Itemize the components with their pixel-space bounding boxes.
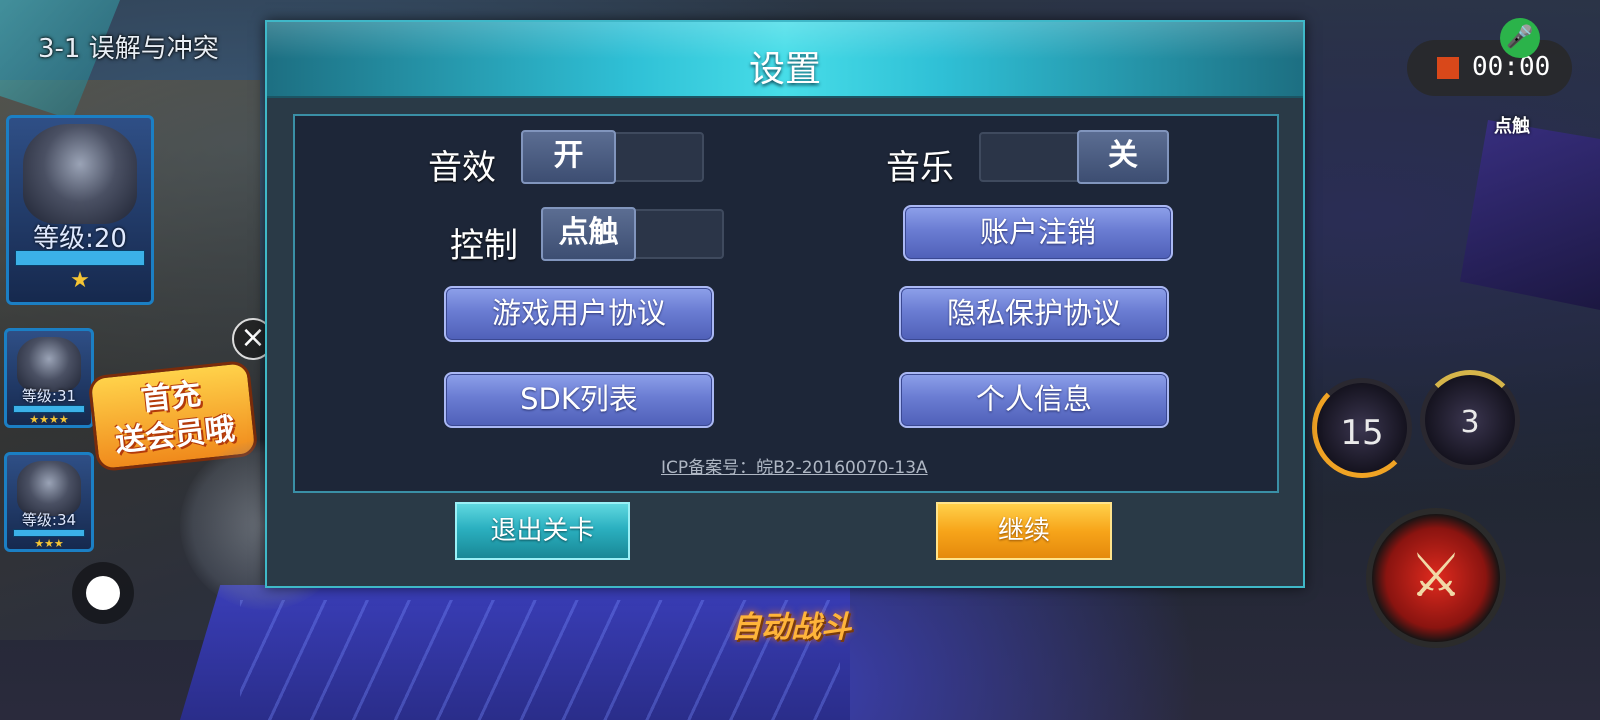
stop-record-icon[interactable] [1437,57,1459,79]
hero-stars: ★★★★ [29,413,69,426]
touch-mode-label[interactable]: 点触 [1494,112,1530,138]
skill-button-2[interactable]: 3 [1420,370,1520,470]
sound-effects-knob[interactable]: 开 [521,130,616,184]
sdk-list-button[interactable]: SDK列表 [444,372,714,428]
promo-text: 首充 送会员哦 [113,377,237,460]
music-label: 音乐 [886,148,954,188]
exit-stage-button[interactable]: 退出关卡 [455,502,630,560]
music-toggle[interactable]: 关 [979,130,1169,184]
stage-title: 3-1 误解与冲突 [38,34,219,64]
hero-stars: ★★★ [34,537,64,550]
control-knob[interactable]: 点触 [541,207,636,261]
record-timer: 00:00 [1472,52,1551,82]
icp-record-link[interactable]: ICP备案号：皖B2-20160070-13A [661,453,928,478]
hero-level: 等级:34 [21,511,77,529]
hero-portrait [17,337,81,392]
user-agreement-button[interactable]: 游戏用户协议 [444,286,714,342]
hero-card-3[interactable]: 等级:34 ★★★ [4,452,94,552]
music-knob[interactable]: 关 [1077,130,1169,184]
control-toggle[interactable]: 点触 [541,207,724,261]
account-logout-button[interactable]: 账户注销 [903,205,1173,261]
hero-energy-bar [13,529,85,537]
hero-level: 等级:31 [21,387,77,405]
skill-button-1[interactable]: 15 [1312,378,1412,478]
continue-button[interactable]: 继续 [936,502,1112,560]
privacy-agreement-button[interactable]: 隐私保护协议 [899,286,1169,342]
personal-info-button[interactable]: 个人信息 [899,372,1169,428]
microphone-icon[interactable]: 🎤 [1500,18,1540,58]
hero-card-main[interactable]: 等级:20 ★ [6,115,154,305]
sound-effects-label: 音效 [428,148,496,188]
hero-energy-bar [15,250,145,266]
hero-energy-bar [13,405,85,413]
sound-effects-toggle[interactable]: 开 [521,130,704,184]
hero-portrait [23,124,137,224]
auto-battle-button[interactable]: 自动战斗 [716,600,866,670]
hero-stars: ★ [70,268,90,293]
attack-swords-icon[interactable]: ⚔ [1366,508,1506,648]
control-label: 控制 [450,226,518,266]
hero-portrait [17,461,81,516]
background-rock [1460,120,1600,310]
dialog-header: 设置 [267,22,1303,98]
dialog-title: 设置 [748,49,821,90]
hero-card-2[interactable]: 等级:31 ★★★★ [4,328,94,428]
floating-ball-button[interactable] [86,576,120,610]
